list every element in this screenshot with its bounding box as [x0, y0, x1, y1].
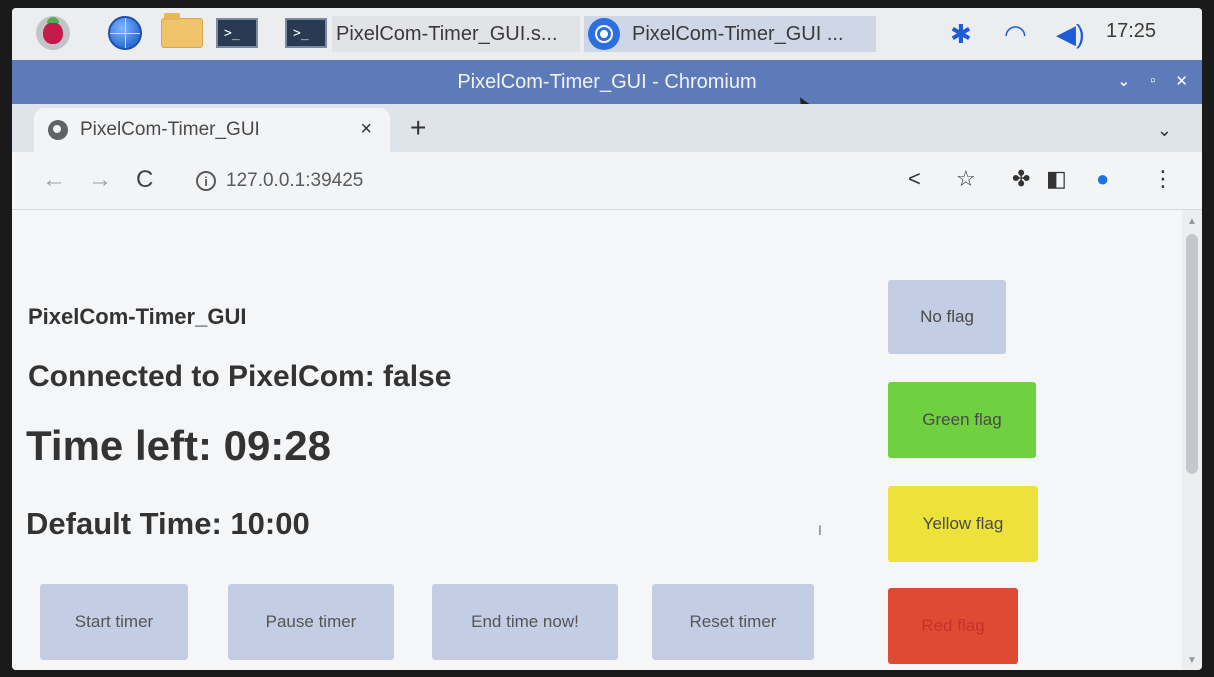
- start-timer-button[interactable]: Start timer: [40, 584, 188, 660]
- taskbar: >_ >_ PixelCom-Timer_GUI.s... PixelCom-T…: [12, 8, 1202, 60]
- taskbar-task-label: PixelCom-Timer_GUI.s...: [336, 22, 558, 45]
- window-title: PixelCom-Timer_GUI - Chromium: [457, 70, 757, 93]
- scroll-thumb[interactable]: [1186, 234, 1198, 474]
- taskbar-task-label: PixelCom-Timer_GUI ...: [632, 22, 844, 45]
- file-manager-icon[interactable]: [158, 13, 206, 51]
- info-icon[interactable]: i: [196, 171, 216, 191]
- screen: >_ >_ PixelCom-Timer_GUI.s... PixelCom-T…: [12, 8, 1202, 670]
- tab-strip: PixelCom-Timer_GUI ×: [12, 104, 1202, 152]
- terminal-icon[interactable]: >_: [215, 15, 259, 51]
- browser-toolbar: ← → C i 127.0.0.1:39425 < ☆ ✤ ◧ ● ⋮: [12, 152, 1202, 210]
- address-bar[interactable]: i 127.0.0.1:39425: [182, 162, 902, 200]
- wifi-icon[interactable]: ◠: [1004, 16, 1027, 52]
- extensions-icon[interactable]: ✤: [1012, 166, 1030, 192]
- window-controls: ⌄ ▫ ✕: [1118, 72, 1188, 90]
- tab-search-chevron-icon[interactable]: ⌄: [1157, 120, 1172, 141]
- scroll-up-icon[interactable]: ▲: [1187, 216, 1197, 227]
- tab-title: PixelCom-Timer_GUI: [80, 119, 260, 140]
- forward-arrow-icon[interactable]: →: [88, 166, 112, 194]
- share-icon[interactable]: <: [908, 166, 921, 192]
- back-arrow-icon[interactable]: ←: [42, 166, 66, 194]
- scroll-down-icon[interactable]: ▼: [1187, 655, 1197, 666]
- no-flag-button[interactable]: No flag: [888, 280, 1006, 354]
- profile-icon[interactable]: ●: [1096, 166, 1109, 192]
- volume-icon[interactable]: ◀): [1056, 16, 1085, 52]
- globe-icon: [48, 120, 68, 140]
- browser-tab[interactable]: PixelCom-Timer_GUI ×: [34, 108, 390, 152]
- page-content: PixelCom-Timer_GUI Connected to PixelCom…: [12, 210, 1182, 670]
- connection-status: Connected to PixelCom: false: [28, 360, 452, 393]
- yellow-flag-button[interactable]: Yellow flag: [888, 486, 1038, 562]
- url-text: 127.0.0.1:39425: [226, 170, 364, 191]
- tab-close-icon[interactable]: ×: [360, 118, 372, 141]
- taskbar-task-chromium[interactable]: PixelCom-Timer_GUI ...: [584, 16, 876, 52]
- web-browser-icon[interactable]: [104, 15, 146, 51]
- green-flag-button[interactable]: Green flag: [888, 382, 1036, 458]
- new-tab-button[interactable]: +: [410, 112, 426, 144]
- menu-kebab-icon[interactable]: ⋮: [1152, 166, 1174, 192]
- minimize-icon[interactable]: ⌄: [1118, 72, 1131, 90]
- page-scrollbar[interactable]: ▲ ▼: [1182, 210, 1202, 670]
- time-left-display: Time left: 09:28: [26, 422, 332, 469]
- clock: 17:25: [1106, 20, 1157, 42]
- reset-timer-button[interactable]: Reset timer: [652, 584, 814, 660]
- raspberry-menu-icon[interactable]: [34, 15, 72, 51]
- window-titlebar[interactable]: PixelCom-Timer_GUI - Chromium ⌄ ▫ ✕: [12, 60, 1202, 104]
- page-title: PixelCom-Timer_GUI: [28, 304, 247, 329]
- bookmark-star-icon[interactable]: ☆: [956, 166, 976, 192]
- text-caret: I: [818, 522, 822, 538]
- bluetooth-icon[interactable]: ✱: [950, 16, 972, 52]
- red-flag-button[interactable]: Red flag: [888, 588, 1018, 664]
- chromium-icon: [588, 18, 620, 50]
- maximize-icon[interactable]: ▫: [1150, 72, 1155, 90]
- end-time-now-button[interactable]: End time now!: [432, 584, 618, 660]
- close-icon[interactable]: ✕: [1175, 72, 1188, 90]
- default-time-display: Default Time: 10:00: [26, 506, 310, 541]
- pause-timer-button[interactable]: Pause timer: [228, 584, 394, 660]
- side-panel-icon[interactable]: ◧: [1046, 166, 1067, 192]
- reload-icon[interactable]: C: [136, 166, 153, 194]
- taskbar-task-terminal[interactable]: PixelCom-Timer_GUI.s...: [332, 16, 580, 52]
- terminal-task-icon[interactable]: >_: [284, 15, 328, 51]
